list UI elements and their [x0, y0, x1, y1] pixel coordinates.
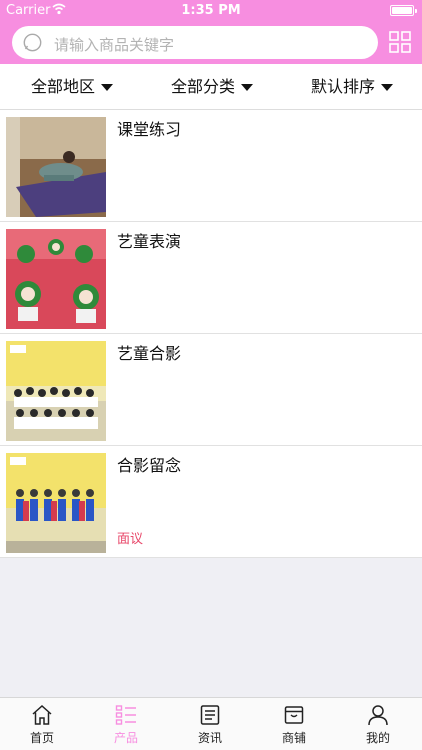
- product-list: 课堂练习 艺童表演 艺童合影 合影留念 面议: [0, 110, 422, 558]
- tab-me[interactable]: 我的: [336, 698, 420, 750]
- tab-label: 我的: [365, 731, 390, 745]
- status-time: 1:35 PM: [181, 3, 241, 18]
- product-title: 艺童表演: [117, 232, 182, 251]
- product-thumbnail: [6, 229, 106, 329]
- tab-bar: 首页 产品 资讯 商铺 我的: [0, 697, 422, 750]
- filter-sort-label: 默认排序: [311, 77, 376, 96]
- grid-icon: [389, 31, 411, 53]
- list-item[interactable]: 课堂练习: [0, 110, 422, 222]
- tab-products[interactable]: 产品: [84, 698, 168, 750]
- dropdown-arrow-icon: [381, 84, 394, 91]
- tab-news[interactable]: 资讯: [168, 698, 252, 750]
- search-placeholder: 请输入商品关键字: [54, 36, 175, 54]
- dropdown-arrow-icon: [241, 84, 254, 91]
- status-bar: Carrier 1:35 PM: [0, 0, 422, 22]
- dropdown-arrow-icon: [101, 84, 114, 91]
- filter-category[interactable]: 全部分类: [171, 64, 254, 110]
- tab-label: 资讯: [197, 731, 222, 745]
- user-icon: [368, 705, 388, 726]
- filter-region[interactable]: 全部地区: [31, 64, 114, 110]
- product-thumbnail: [6, 453, 106, 553]
- list-item[interactable]: 艺童表演: [0, 222, 422, 334]
- tab-label: 产品: [113, 731, 138, 745]
- header-bar: Carrier 1:35 PM 请输入商品关键字: [0, 0, 422, 64]
- tab-label: 首页: [29, 731, 54, 745]
- tab-label: 商铺: [281, 731, 306, 745]
- category-grid-button[interactable]: [388, 30, 412, 54]
- battery-icon: [390, 5, 417, 16]
- list-item[interactable]: 合影留念 面议: [0, 446, 422, 558]
- list-item[interactable]: 艺童合影: [0, 334, 422, 446]
- tab-shop[interactable]: 商铺: [252, 698, 336, 750]
- filter-region-label: 全部地区: [31, 77, 96, 96]
- product-thumbnail: [6, 117, 106, 217]
- search-input[interactable]: 请输入商品关键字: [12, 26, 378, 59]
- tab-home[interactable]: 首页: [0, 698, 84, 750]
- home-icon: [32, 704, 52, 725]
- filter-sort[interactable]: 默认排序: [311, 64, 394, 110]
- product-title: 合影留念: [117, 456, 182, 475]
- news-icon: [200, 705, 220, 725]
- product-title: 艺童合影: [117, 344, 182, 363]
- product-title: 课堂练习: [117, 120, 182, 139]
- search-icon: [23, 33, 42, 52]
- product-thumbnail: [6, 341, 106, 441]
- product-price: 面议: [117, 532, 144, 547]
- shop-icon: [284, 706, 304, 724]
- filter-category-label: 全部分类: [171, 77, 236, 96]
- product-list-icon: [115, 705, 136, 725]
- filter-bar: 全部地区 全部分类 默认排序: [0, 64, 422, 110]
